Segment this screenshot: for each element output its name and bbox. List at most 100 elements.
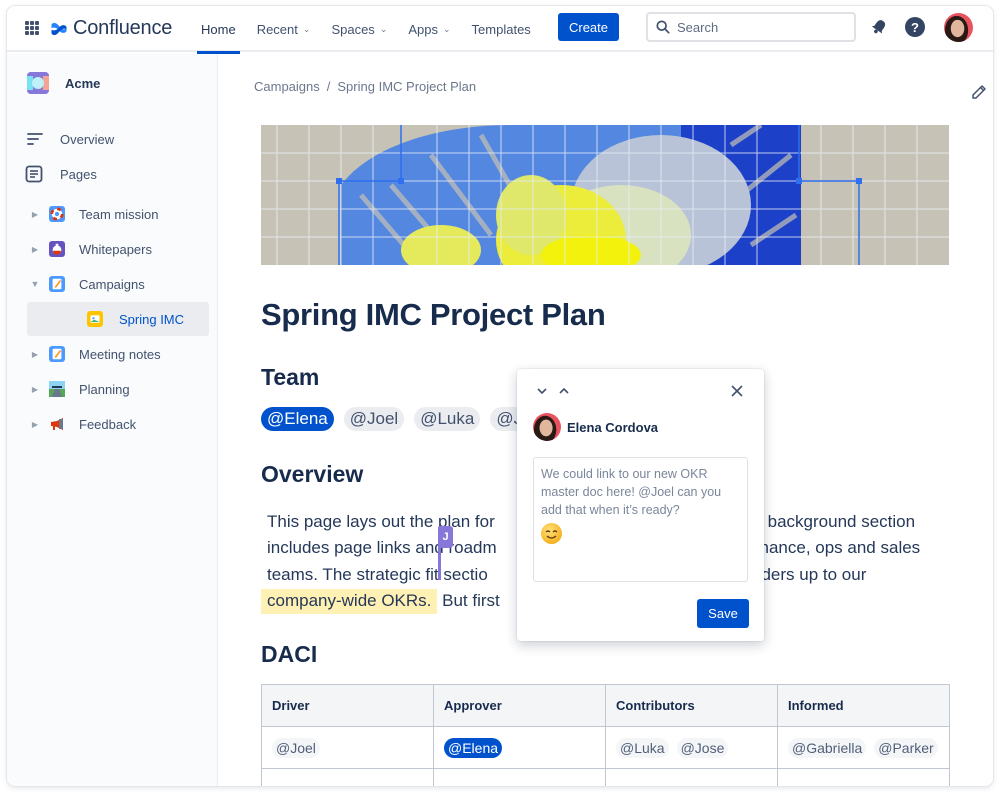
team-heading: Team <box>261 364 320 390</box>
table-cell-informed[interactable]: @Gabriella @Parker <box>777 726 950 769</box>
table-cell-empty[interactable] <box>605 768 778 786</box>
nav-items: Home Recent ⌄ Spaces ⌄ Apps ⌄ Templates <box>193 6 544 54</box>
mention-luka[interactable]: @Luka <box>414 407 481 431</box>
notifications-bell-icon[interactable] <box>870 18 888 36</box>
potion-icon <box>49 241 65 257</box>
comment-author: Elena Cordova <box>533 413 658 441</box>
create-button[interactable]: Create <box>558 13 619 41</box>
mention-chip[interactable]: @Joel <box>272 737 320 758</box>
confluence-logo-icon <box>51 22 67 35</box>
close-icon[interactable] <box>730 384 744 398</box>
lifebuoy-icon <box>49 206 65 222</box>
column-header-informed: Informed <box>777 684 950 727</box>
sidebar-pages[interactable]: Pages <box>25 165 97 183</box>
search-box[interactable] <box>646 12 856 42</box>
space-header[interactable]: Acme <box>27 72 100 94</box>
highlighted-text[interactable]: company-wide OKRs. <box>261 588 438 614</box>
sidebar-item-spring-imc[interactable]: Spring IMC <box>27 302 209 336</box>
memo-icon <box>49 276 65 292</box>
pages-icon <box>25 165 43 183</box>
sidebar-item-whitepapers[interactable]: ▶ Whitepapers <box>27 232 209 266</box>
overview-text: But first <box>437 590 500 610</box>
daci-table: Driver Approver Contributors Informed @J… <box>261 684 950 786</box>
chevron-down-icon: ⌄ <box>379 23 388 34</box>
sidebar-item-label: Campaigns <box>79 276 145 292</box>
save-button[interactable]: Save <box>697 599 749 628</box>
sidebar-item-planning[interactable]: ▶ Planning <box>27 372 209 406</box>
author-avatar <box>533 413 561 441</box>
product-name: Confluence <box>73 17 173 39</box>
page-title: Spring IMC Project Plan <box>261 297 606 332</box>
team-mentions: @Elena @Joel @Luka @J <box>261 407 529 431</box>
previous-comment-chevron-up-icon[interactable] <box>558 385 570 397</box>
table-cell-empty[interactable] <box>433 768 606 786</box>
expand-arrow-icon[interactable]: ▶ <box>27 210 43 219</box>
confluence-logo[interactable]: Confluence <box>50 17 172 40</box>
search-input[interactable] <box>677 19 837 35</box>
overview-heading: Overview <box>261 461 364 487</box>
overview-text: This page lays out the plan for <box>267 512 495 531</box>
mention-chip[interactable]: @Gabriella <box>788 737 867 758</box>
user-avatar[interactable] <box>944 13 973 42</box>
breadcrumb-separator: / <box>326 79 331 94</box>
mention-chip[interactable]: @Jose <box>676 737 729 758</box>
space-logo-icon <box>27 72 49 94</box>
edit-pencil-icon[interactable] <box>971 84 987 100</box>
next-comment-chevron-down-icon[interactable] <box>536 385 548 397</box>
sidebar-item-team-mission[interactable]: ▶ Team mission <box>27 197 209 231</box>
collaborator-cursor-flag: J <box>438 526 453 548</box>
nav-templates-label: Templates <box>471 21 531 37</box>
space-name: Acme <box>65 75 101 91</box>
table-cell-approver[interactable]: @Elena <box>433 726 606 769</box>
mention-joel[interactable]: @Joel <box>343 407 405 431</box>
comment-navigation <box>536 385 570 397</box>
overview-text: dders up to our <box>752 564 867 584</box>
sidebar-item-label: Team mission <box>79 206 159 222</box>
help-icon[interactable]: ? <box>905 17 925 37</box>
column-header-approver: Approver <box>433 684 606 727</box>
overview-text: teams. The strategic fit sectio <box>267 564 488 584</box>
table-cell-driver[interactable]: @Joel <box>261 726 434 769</box>
sidebar-overview[interactable]: Overview <box>27 131 114 147</box>
search-icon <box>656 20 670 34</box>
nav-apps[interactable]: Apps ⌄ <box>400 6 458 52</box>
nav-recent[interactable]: Recent ⌄ <box>249 6 319 52</box>
expand-arrow-icon[interactable]: ▶ <box>27 385 43 394</box>
memo-icon <box>49 346 65 362</box>
sidebar-item-meeting-notes[interactable]: ▶ Meeting notes <box>27 337 209 371</box>
nav-home[interactable]: Home <box>193 6 244 54</box>
column-header-contributors: Contributors <box>605 684 778 727</box>
image-icon <box>87 311 103 327</box>
table-cell-contributors[interactable]: @Luka @Jose <box>605 726 778 769</box>
mention-chip[interactable]: @Parker <box>874 737 938 758</box>
expand-arrow-icon[interactable]: ▶ <box>27 245 43 254</box>
mention-chip[interactable]: @Luka <box>616 737 669 758</box>
mention-elena[interactable]: @Elena <box>261 407 334 431</box>
table-cell-empty[interactable] <box>777 768 950 786</box>
breadcrumb-current-page[interactable]: Spring IMC Project Plan <box>337 79 476 94</box>
author-name: Elena Cordova <box>567 419 659 435</box>
app-switcher-icon[interactable] <box>25 21 39 35</box>
top-navigation: Confluence Home Recent ⌄ Spaces ⌄ Apps ⌄ Te… <box>7 6 993 54</box>
expand-arrow-icon[interactable]: ▶ <box>27 350 43 359</box>
daci-heading: DACI <box>261 641 318 667</box>
sidebar-item-label: Meeting notes <box>79 346 161 362</box>
sidebar-item-label: Planning <box>79 381 130 397</box>
nav-spaces[interactable]: Spaces ⌄ <box>323 6 395 52</box>
comment-input[interactable]: We could link to our new OKR master doc … <box>533 457 748 582</box>
table-cell-empty[interactable] <box>261 768 434 786</box>
table-row <box>261 768 950 786</box>
inline-comment-popup: Elena Cordova We could link to our new O… <box>517 369 764 641</box>
table-header-row: Driver Approver Contributors Informed <box>261 684 950 727</box>
overview-text: he background section <box>744 512 916 531</box>
sidebar-item-campaigns[interactable]: ▼ Campaigns <box>27 267 209 301</box>
nav-templates[interactable]: Templates <box>464 6 539 52</box>
overview-text: includes page links and roadm <box>267 538 497 558</box>
column-header-driver: Driver <box>261 684 434 727</box>
sidebar-item-feedback[interactable]: ▶ Feedback <box>27 407 209 441</box>
mention-chip[interactable]: @Elena <box>444 737 503 758</box>
breadcrumb-campaigns[interactable]: Campaigns <box>254 79 320 94</box>
chevron-down-icon: ⌄ <box>302 23 311 34</box>
expand-arrow-icon[interactable]: ▶ <box>27 420 43 429</box>
collapse-arrow-icon[interactable]: ▼ <box>27 279 43 289</box>
